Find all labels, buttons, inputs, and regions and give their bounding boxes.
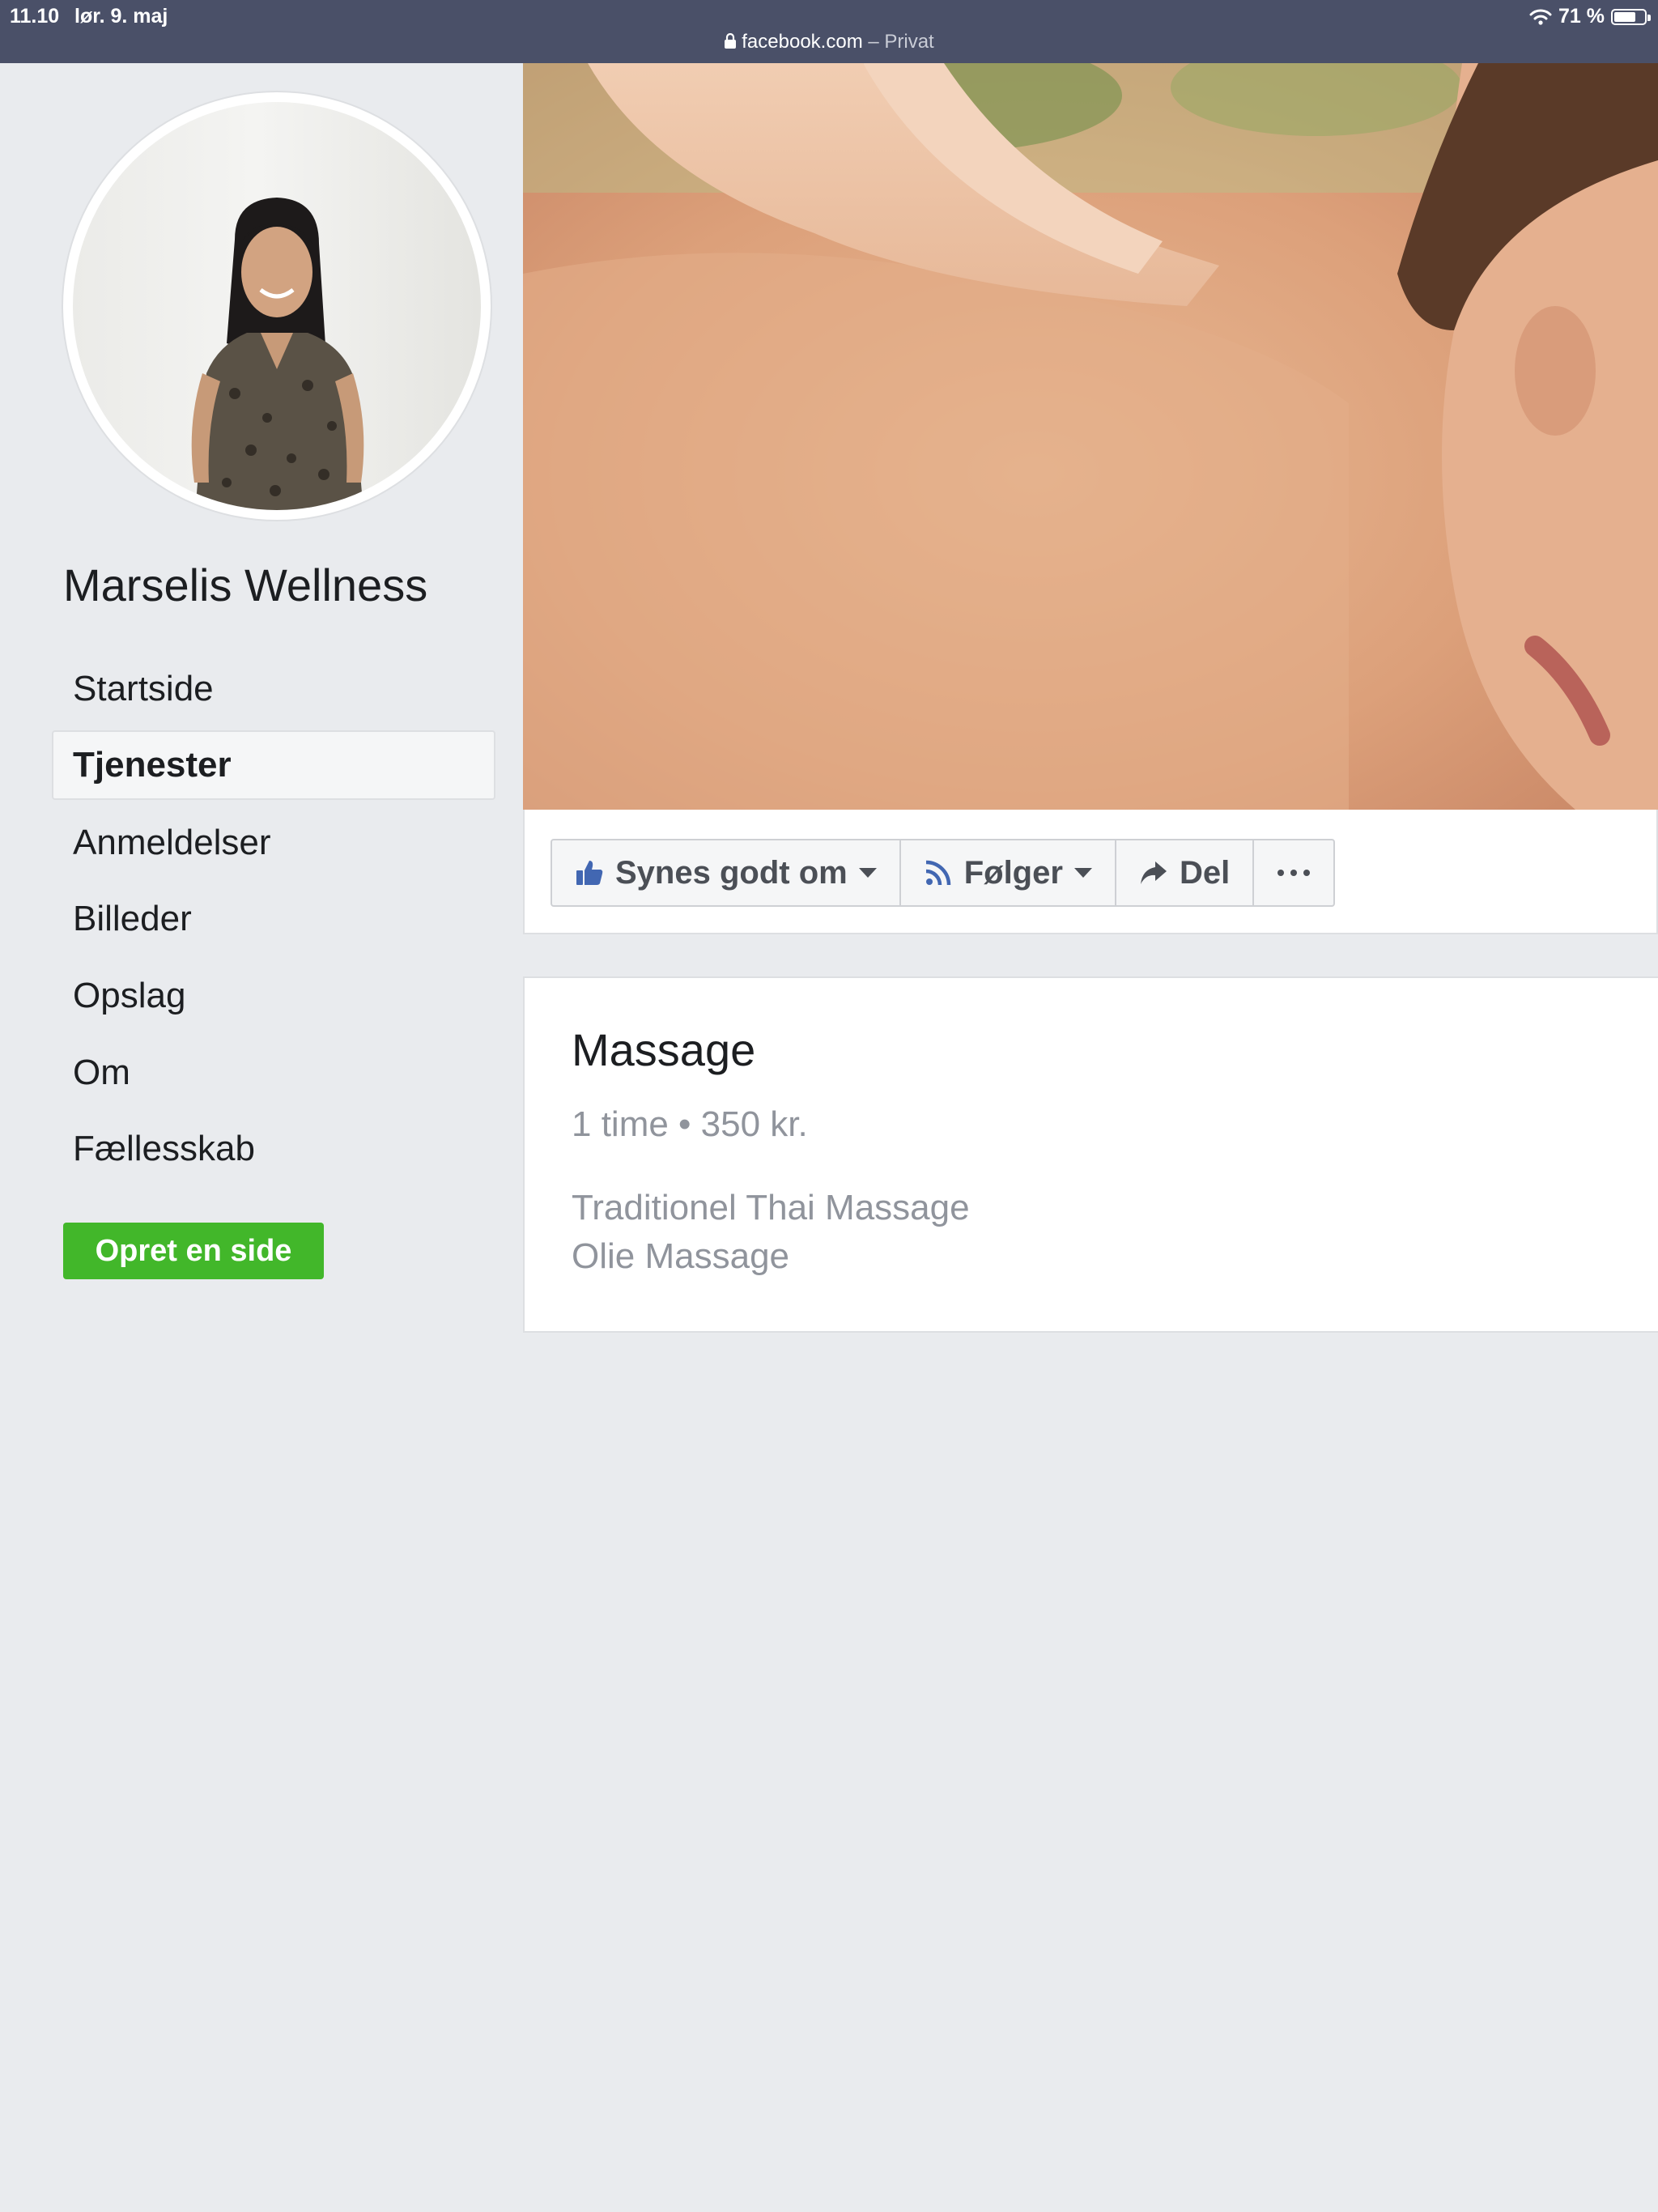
share-arrow-icon (1140, 861, 1167, 884)
cover-photo[interactable] (523, 63, 1658, 810)
url-mode: – Privat (862, 31, 934, 53)
chevron-down-icon (858, 868, 877, 878)
service-card: Massage 1 time • 350 kr. Traditionel Tha… (523, 976, 1658, 1333)
nav-item-opslag[interactable]: Opslag (52, 961, 495, 1031)
status-date: lør. 9. maj (74, 5, 168, 28)
status-bar: 11.10 lør. 9. maj facebook.com – Privat … (0, 0, 1658, 63)
service-title: Massage (572, 1024, 756, 1075)
page-actions: Synes godt om Følger Del (551, 839, 1336, 907)
nav-item-billeder[interactable]: Billeder (52, 884, 495, 954)
follow-button[interactable]: Følger (901, 840, 1116, 905)
nav-item-tjenester[interactable]: Tjenester (52, 730, 495, 800)
battery-percent: 71 % (1558, 5, 1605, 28)
like-label: Synes godt om (615, 854, 848, 891)
status-right: 71 % (1529, 5, 1651, 28)
share-label: Del (1179, 854, 1231, 891)
page-name[interactable]: Marselis Wellness (63, 559, 427, 611)
rss-icon (925, 860, 950, 886)
service-description: Traditionel Thai Massage Olie Massage (572, 1184, 970, 1281)
profile-photo (73, 102, 481, 510)
service-description-line: Olie Massage (572, 1236, 790, 1276)
service-meta: 1 time • 350 kr. (572, 1104, 808, 1144)
nav-item-om[interactable]: Om (52, 1038, 495, 1108)
nav-item-startside[interactable]: Startside (52, 654, 495, 724)
nav-item-faellesskab[interactable]: Fællesskab (52, 1114, 495, 1184)
share-button[interactable]: Del (1116, 840, 1255, 905)
nav-item-anmeldelser[interactable]: Anmeldelser (52, 808, 495, 878)
more-dots-icon (1278, 870, 1311, 876)
service-description-line: Traditionel Thai Massage (572, 1188, 970, 1227)
url-domain: facebook.com (742, 31, 863, 53)
lock-icon (725, 33, 737, 49)
wifi-icon (1529, 9, 1552, 25)
follow-label: Følger (963, 854, 1063, 891)
like-button[interactable]: Synes godt om (552, 840, 901, 905)
address-bar[interactable]: facebook.com – Privat (0, 31, 1658, 53)
more-options-button[interactable] (1254, 840, 1333, 905)
thumbs-up-icon (576, 861, 603, 885)
battery-icon (1611, 8, 1651, 25)
create-page-button[interactable]: Opret en side (63, 1223, 324, 1279)
status-time: 11.10 (10, 5, 60, 28)
profile-picture[interactable] (63, 92, 491, 520)
chevron-down-icon (1073, 868, 1092, 878)
